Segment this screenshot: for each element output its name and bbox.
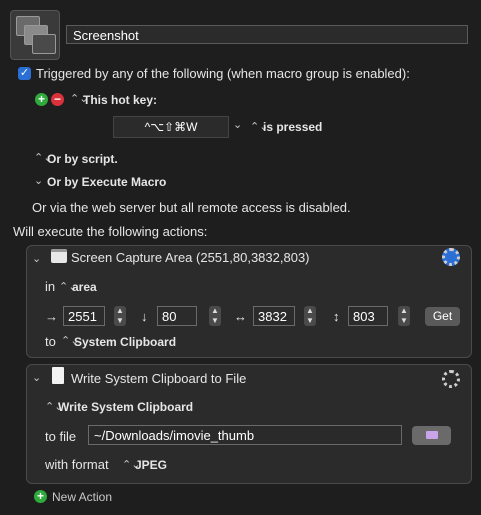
- format-label: with format: [45, 457, 109, 472]
- hotkey-state-select[interactable]: is pressed: [263, 120, 322, 134]
- height-field[interactable]: 803: [348, 306, 388, 326]
- folder-picker-button[interactable]: [412, 426, 451, 445]
- to-file-label: to file: [45, 429, 77, 444]
- execute-macro-chevron-icon[interactable]: ⌄: [34, 174, 43, 187]
- x-field[interactable]: 2551: [63, 306, 105, 326]
- x-stepper[interactable]: ▲ ▼: [114, 306, 126, 326]
- new-action-label[interactable]: New Action: [52, 490, 112, 504]
- in-label: in: [45, 279, 56, 294]
- hotkey-dropdown-chevron-icon[interactable]: ⌄: [233, 118, 242, 131]
- source-select[interactable]: Write System Clipboard: [58, 400, 193, 414]
- hotkey-field[interactable]: ^⌥⇧⌘W: [113, 116, 229, 138]
- arrow-right-icon: →: [45, 309, 58, 324]
- macro-icon[interactable]: [10, 10, 60, 60]
- web-server-note: Or via the web server but all remote acc…: [32, 200, 351, 215]
- to-select[interactable]: System Clipboard: [74, 335, 176, 349]
- y-field[interactable]: 80: [157, 306, 197, 326]
- gear-icon[interactable]: [442, 370, 460, 388]
- height-stepper[interactable]: ▲ ▼: [398, 306, 410, 326]
- folder-icon: [425, 431, 438, 439]
- trigger-header: Triggered by any of the following (when …: [36, 66, 410, 81]
- width-stepper[interactable]: ▲ ▼: [304, 306, 316, 326]
- macro-name-field[interactable]: Screenshot: [66, 25, 468, 44]
- trigger-checkbox[interactable]: ✓: [18, 67, 31, 80]
- actions-header: Will execute the following actions:: [13, 224, 208, 239]
- file-path-field[interactable]: ~/Downloads/imovie_thumb: [88, 425, 402, 445]
- hotkey-label[interactable]: This hot key:: [83, 93, 157, 107]
- width-field[interactable]: 3832: [253, 306, 295, 326]
- action2-title: Write System Clipboard to File: [71, 371, 247, 386]
- format-select[interactable]: JPEG: [135, 458, 167, 472]
- add-trigger-icon[interactable]: +: [35, 93, 48, 106]
- gear-icon[interactable]: [442, 248, 460, 266]
- document-icon: [52, 367, 64, 384]
- new-action-icon[interactable]: +: [34, 490, 47, 503]
- collapse-chevron-icon[interactable]: ⌄: [32, 371, 41, 384]
- in-select[interactable]: area: [72, 280, 97, 294]
- action1-title: Screen Capture Area (2551,80,3832,803): [71, 250, 310, 265]
- remove-trigger-icon[interactable]: −: [51, 93, 64, 106]
- to-label: to: [45, 334, 56, 349]
- collapse-chevron-icon[interactable]: ⌄: [32, 252, 41, 265]
- arrow-horizontal-icon: ↔: [234, 309, 247, 324]
- arrow-down-icon: ↓: [141, 309, 148, 324]
- or-by-script-label[interactable]: Or by script.: [47, 152, 118, 166]
- or-by-execute-macro-label[interactable]: Or by Execute Macro: [47, 175, 166, 189]
- window-icon: [51, 249, 67, 263]
- get-button[interactable]: Get: [425, 307, 460, 326]
- y-stepper[interactable]: ▲ ▼: [209, 306, 221, 326]
- arrow-vertical-icon: ↕: [333, 309, 340, 324]
